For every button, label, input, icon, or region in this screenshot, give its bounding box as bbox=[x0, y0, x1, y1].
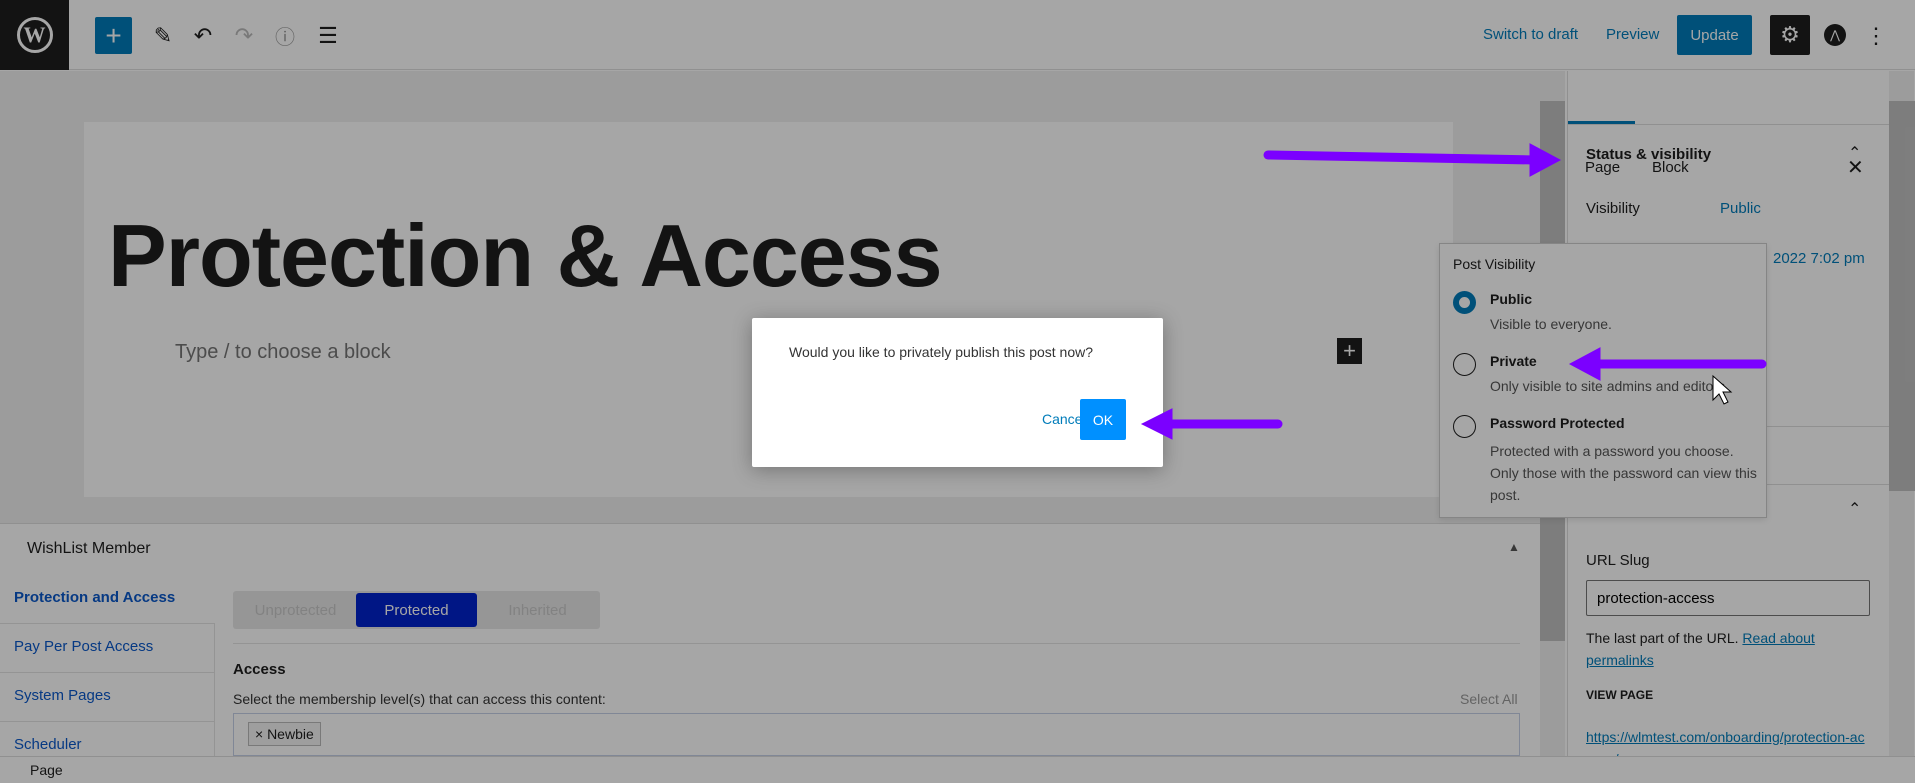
annotation-arrows bbox=[1140, 143, 1767, 440]
arrow-to-status-visibility bbox=[1263, 143, 1562, 177]
arrow-to-ok-button bbox=[1140, 408, 1283, 440]
mouse-cursor-icon bbox=[1712, 374, 1733, 405]
arrow-to-private-option bbox=[1568, 347, 1767, 381]
